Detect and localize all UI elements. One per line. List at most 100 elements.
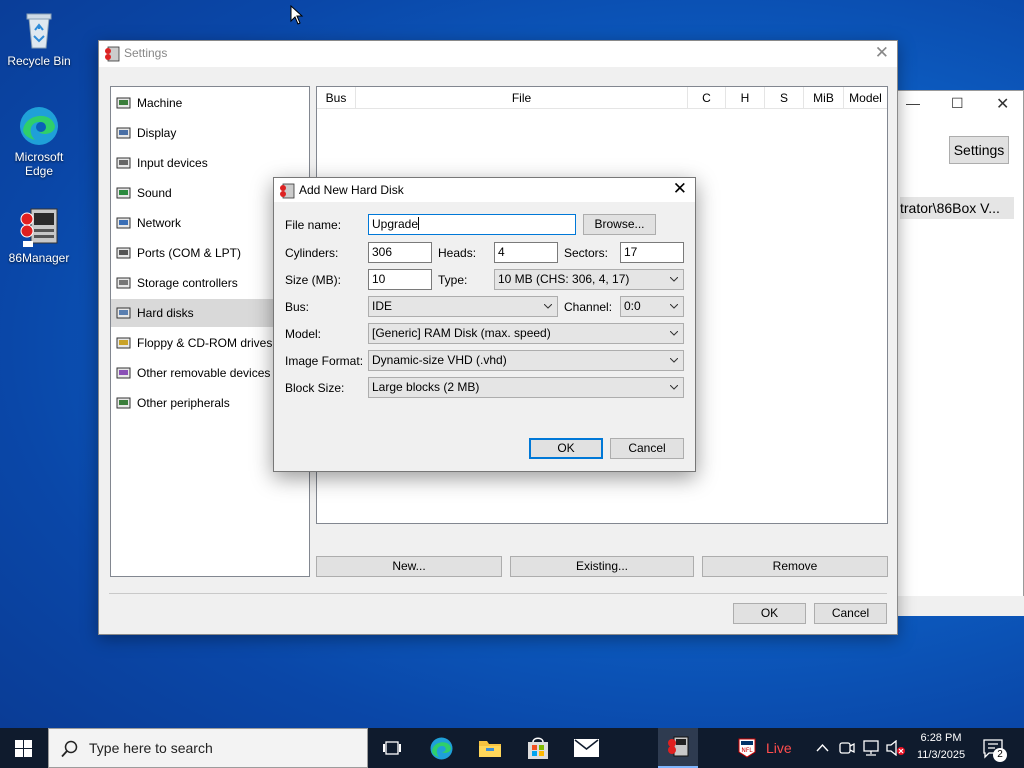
taskbar: Type here to search NFL Live 6:28 PM 11/…: [0, 728, 1024, 768]
nfl-news-icon[interactable]: NFL: [738, 738, 756, 758]
display-icon: [116, 127, 131, 139]
category-label: Hard disks: [137, 306, 194, 320]
image-format-label: Image Format:: [285, 354, 364, 368]
size-label: Size (MB):: [285, 273, 342, 287]
dialog-titlebar[interactable]: Add New Hard Disk ✕: [274, 178, 695, 202]
separator: [109, 593, 887, 594]
manager-bottom-bar: [896, 596, 1024, 616]
file-name-input[interactable]: Upgrade: [368, 214, 576, 235]
cylinders-input[interactable]: 306: [368, 242, 432, 263]
browse-button[interactable]: Browse...: [583, 214, 656, 235]
clock-time[interactable]: 6:28 PM: [917, 732, 965, 744]
dialog-ok-button[interactable]: OK: [529, 438, 603, 459]
category-display[interactable]: Display: [111, 119, 309, 147]
channel-select[interactable]: 0:0: [620, 296, 684, 317]
taskbar-search-box[interactable]: Type here to search: [48, 728, 368, 768]
category-label: Other peripherals: [137, 396, 230, 410]
size-input[interactable]: 10: [368, 269, 432, 290]
machine-list-item[interactable]: trator\86Box V...: [900, 197, 1014, 219]
sectors-input[interactable]: 17: [620, 242, 684, 263]
chevron-down-icon: [670, 304, 678, 309]
column-header-model[interactable]: Model: [844, 87, 887, 109]
model-select[interactable]: [Generic] RAM Disk (max. speed): [368, 323, 684, 344]
svg-text:NFL: NFL: [741, 747, 753, 754]
close-icon[interactable]: ✕: [875, 43, 889, 63]
minimize-icon[interactable]: —: [906, 95, 920, 111]
meet-now-icon[interactable]: [839, 740, 855, 756]
category-machine[interactable]: Machine: [111, 89, 309, 117]
settings-titlebar[interactable]: Settings ✕: [99, 41, 897, 67]
heads-input[interactable]: 4: [494, 242, 558, 263]
edge-icon: [20, 107, 58, 145]
input-devices-icon: [116, 157, 131, 169]
chevron-down-icon: [670, 358, 678, 363]
file-explorer-icon[interactable]: [478, 737, 502, 759]
settings-cancel-button[interactable]: Cancel: [814, 603, 887, 624]
cylinders-label: Cylinders:: [285, 246, 339, 260]
category-label: Storage controllers: [137, 276, 238, 290]
maximize-icon[interactable]: ☐: [951, 95, 964, 112]
microsoft-store-icon[interactable]: [527, 736, 549, 760]
live-label[interactable]: Live: [766, 740, 792, 756]
text-caret: [418, 217, 420, 230]
bus-select[interactable]: IDE: [368, 296, 558, 317]
column-header-bus[interactable]: Bus: [317, 87, 356, 109]
recycle-bin-icon: [26, 13, 52, 49]
category-label: Other removable devices: [137, 366, 271, 380]
column-header-c[interactable]: C: [688, 87, 726, 109]
chevron-down-icon: [670, 331, 678, 336]
86manager-taskbar-button[interactable]: [658, 728, 698, 768]
model-label: Model:: [285, 327, 322, 341]
hard-disk-icon: [116, 307, 131, 319]
settings-ok-button[interactable]: OK: [733, 603, 806, 624]
volume-muted-icon[interactable]: [886, 740, 906, 756]
existing-disk-button[interactable]: Existing...: [510, 556, 694, 577]
network-icon[interactable]: [862, 740, 880, 756]
desktop-icon-86manager[interactable]: 86Manager: [2, 205, 76, 265]
task-view-icon[interactable]: [383, 739, 401, 757]
desktop-icon-label: Recycle Bin: [7, 54, 71, 68]
heads-label: Heads:: [438, 246, 477, 260]
type-select[interactable]: 10 MB (CHS: 306, 4, 17): [494, 269, 684, 290]
search-placeholder: Type here to search: [89, 740, 213, 756]
mail-icon[interactable]: [574, 739, 599, 757]
block-size-select[interactable]: Large blocks (2 MB): [368, 377, 684, 398]
type-label: Type:: [438, 273, 468, 287]
windows-start-icon[interactable]: [15, 740, 32, 757]
86manager-icon: [668, 736, 689, 757]
86box-app-icon: [105, 46, 120, 62]
settings-title: Settings: [124, 46, 168, 60]
channel-label: Channel:: [564, 300, 613, 314]
image-format-value: Dynamic-size VHD (.vhd): [372, 353, 507, 367]
column-header-file[interactable]: File: [356, 87, 688, 109]
dialog-cancel-button[interactable]: Cancel: [610, 438, 684, 459]
storage-icon: [116, 277, 131, 289]
window-controls: — ☐ ✕: [896, 95, 1024, 119]
manager-settings-button[interactable]: Settings: [949, 136, 1009, 164]
category-label: Network: [137, 216, 182, 230]
file-name-label: File name:: [285, 218, 342, 232]
bus-value: IDE: [372, 299, 393, 313]
edge-taskbar-icon[interactable]: [429, 736, 454, 761]
column-header-s[interactable]: S: [765, 87, 804, 109]
desktop-icon-recycle-bin[interactable]: Recycle Bin: [2, 8, 76, 68]
column-header-mib[interactable]: MiB: [804, 87, 844, 109]
background-manager-window[interactable]: — ☐ ✕ Settings trator\86Box V...: [895, 90, 1024, 616]
category-input-devices[interactable]: Input devices: [111, 149, 309, 177]
search-icon: [61, 740, 78, 758]
chevron-down-icon: [670, 385, 678, 390]
desktop-icon-edge[interactable]: Microsoft Edge: [2, 104, 76, 178]
image-format-select[interactable]: Dynamic-size VHD (.vhd): [368, 350, 684, 371]
86box-app-icon: [280, 183, 295, 199]
channel-value: 0:0: [624, 299, 641, 313]
close-icon[interactable]: ✕: [996, 94, 1009, 114]
close-icon[interactable]: ✕: [673, 179, 687, 199]
remove-disk-button[interactable]: Remove: [702, 556, 888, 577]
clock-date[interactable]: 11/3/2025: [910, 749, 972, 761]
mouse-cursor-icon: [290, 5, 304, 25]
chevron-up-icon[interactable]: [816, 743, 829, 752]
type-value: 10 MB (CHS: 306, 4, 17): [498, 272, 630, 286]
new-disk-button[interactable]: New...: [316, 556, 502, 577]
column-header-h[interactable]: H: [726, 87, 765, 109]
bus-label: Bus:: [285, 300, 310, 314]
